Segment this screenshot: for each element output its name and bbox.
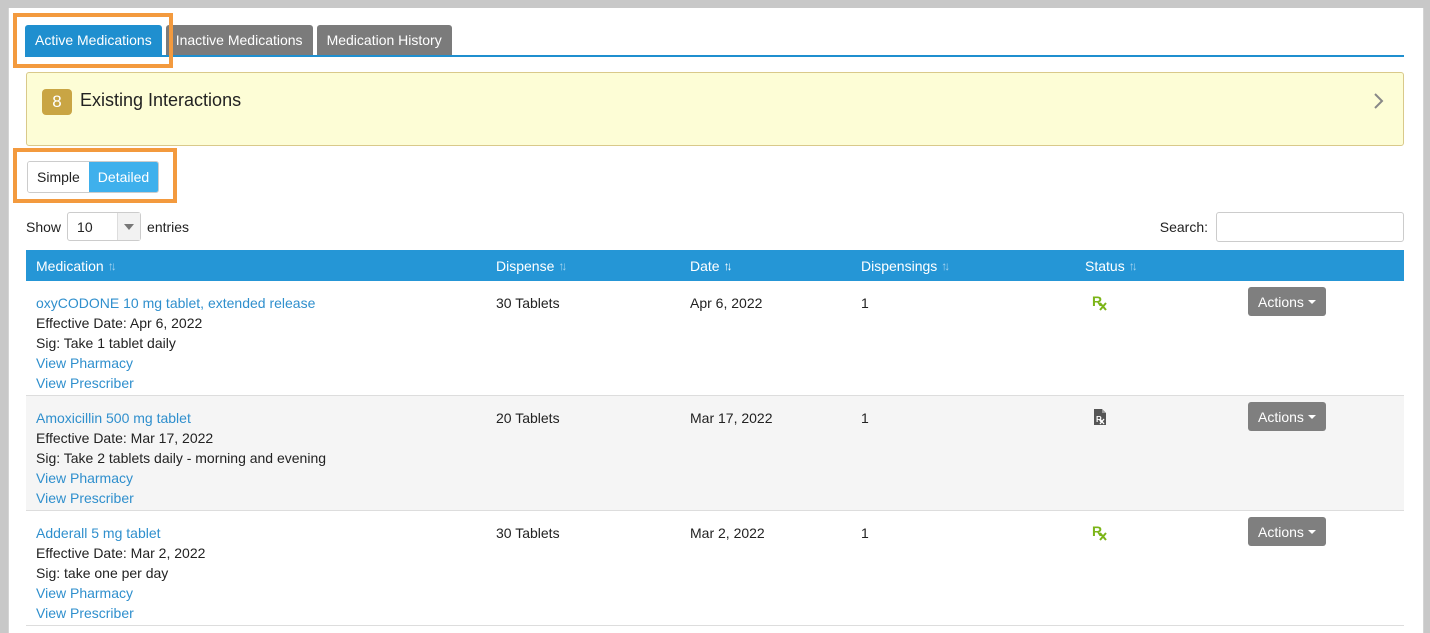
medication-name-link[interactable]: oxyCODONE 10 mg tablet, extended release (36, 293, 315, 313)
header-dispensings-label: Dispensings (861, 257, 938, 274)
caret-down-icon (1307, 299, 1316, 304)
view-pharmacy-link[interactable]: View Pharmacy (36, 583, 205, 603)
effective-date: Effective Date: Mar 2, 2022 (36, 545, 206, 561)
actions-label: Actions (1258, 408, 1304, 425)
effective-date: Effective Date: Mar 17, 2022 (36, 430, 214, 446)
medication-name-link[interactable]: Amoxicillin 500 mg tablet (36, 408, 326, 428)
sig-text: Sig: Take 2 tablets daily - morning and … (36, 450, 327, 466)
view-pharmacy-link[interactable]: View Pharmacy (36, 468, 326, 488)
table-row: Adderall 5 mg tablet Effective Date: Mar… (26, 511, 1404, 626)
header-dispense-label: Dispense (496, 257, 555, 274)
entries-label: entries (147, 218, 190, 235)
actions-label: Actions (1258, 293, 1304, 310)
actions-button[interactable]: Actions (1248, 287, 1326, 316)
simple-view-button[interactable]: Simple (28, 162, 89, 192)
date-cell: Apr 6, 2022 (690, 295, 763, 311)
caret-down-icon (1307, 529, 1316, 534)
medication-cell: Amoxicillin 500 mg tablet Effective Date… (36, 408, 326, 508)
entries-select[interactable]: 10 (67, 212, 142, 241)
search-box: Search: (1160, 212, 1404, 242)
rx-document-icon: R (1094, 409, 1106, 425)
actions-label: Actions (1258, 523, 1304, 540)
tab-inactive-medications[interactable]: Inactive Medications (165, 25, 313, 55)
tab-medication-history[interactable]: Medication History (316, 25, 452, 55)
view-prescriber-link[interactable]: View Prescriber (36, 603, 205, 623)
interaction-count-badge: 8 (42, 89, 72, 115)
header-status[interactable]: Status ↑↓ (1085, 250, 1138, 281)
dispensings-cell: 1 (861, 410, 869, 426)
sort-icon: ↑↓ (941, 258, 950, 273)
table-row: oxyCODONE 10 mg tablet, extended release… (26, 281, 1404, 396)
dispense-cell: 30 Tablets (496, 295, 560, 311)
dropdown-arrow-icon (117, 213, 141, 240)
chevron-right-icon[interactable] (1371, 91, 1387, 111)
rx-icon: R (1092, 293, 1107, 311)
caret-down-icon (1307, 414, 1316, 419)
tab-underline (25, 55, 1404, 57)
tab-active-medications[interactable]: Active Medications (25, 25, 162, 55)
view-pharmacy-link[interactable]: View Pharmacy (36, 353, 315, 373)
sort-icon: ↑↓ (1128, 258, 1138, 273)
sort-icon: ↑↓ (107, 258, 117, 273)
table-header: Medication ↑↓ Dispense ↑↓ Date ↑↓ Dispen… (26, 250, 1404, 281)
sort-icon: ↑↓ (558, 258, 567, 273)
entries-length: Show 10 entries (26, 212, 189, 241)
actions-button[interactable]: Actions (1248, 517, 1326, 546)
view-prescriber-link[interactable]: View Prescriber (36, 488, 326, 508)
header-status-label: Status (1085, 257, 1125, 274)
medication-tabs: Active Medications Inactive Medications … (25, 25, 452, 55)
medications-table: Medication ↑↓ Dispense ↑↓ Date ↑↓ Dispen… (26, 250, 1404, 626)
dispensings-cell: 1 (861, 525, 869, 541)
entries-value: 10 (77, 218, 93, 235)
header-medication-label: Medication (36, 257, 104, 274)
existing-interactions-panel[interactable]: 8 Existing Interactions (26, 72, 1404, 146)
medication-cell: Adderall 5 mg tablet Effective Date: Mar… (36, 523, 205, 623)
search-input[interactable] (1216, 212, 1404, 242)
header-date-label: Date (690, 257, 720, 274)
dispense-cell: 30 Tablets (496, 525, 560, 541)
medication-name-link[interactable]: Adderall 5 mg tablet (36, 523, 205, 543)
actions-button[interactable]: Actions (1248, 402, 1326, 431)
svg-text:R: R (1092, 293, 1102, 309)
dispensings-cell: 1 (861, 295, 869, 311)
svg-text:R: R (1092, 523, 1102, 539)
sig-text: Sig: take one per day (36, 565, 169, 581)
medications-panel: Active Medications Inactive Medications … (8, 8, 1424, 633)
interactions-label: Existing Interactions (80, 90, 242, 110)
date-cell: Mar 2, 2022 (690, 525, 765, 541)
header-dispense[interactable]: Dispense ↑↓ (496, 250, 567, 281)
sig-text: Sig: Take 1 tablet daily (36, 335, 176, 351)
effective-date: Effective Date: Apr 6, 2022 (36, 315, 203, 331)
dispense-cell: 20 Tablets (496, 410, 560, 426)
view-prescriber-link[interactable]: View Prescriber (36, 373, 315, 393)
header-date[interactable]: Date ↑↓ (690, 250, 733, 281)
view-toggle: Simple Detailed (27, 161, 160, 193)
search-label: Search: (1159, 219, 1208, 235)
rx-icon: R (1092, 523, 1107, 541)
detailed-view-button[interactable]: Detailed (88, 162, 159, 192)
medication-cell: oxyCODONE 10 mg tablet, extended release… (36, 293, 315, 393)
header-medication[interactable]: Medication ↑↓ (36, 250, 117, 281)
table-row: Amoxicillin 500 mg tablet Effective Date… (26, 396, 1404, 511)
date-cell: Mar 17, 2022 (690, 410, 773, 426)
show-label: Show (26, 218, 62, 235)
header-dispensings[interactable]: Dispensings ↑↓ (861, 250, 950, 281)
sort-descending-icon: ↑↓ (723, 258, 733, 273)
